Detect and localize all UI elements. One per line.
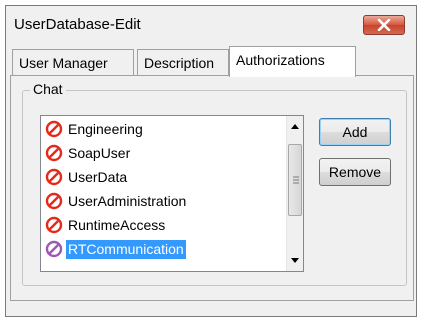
prohibited-icon	[45, 240, 63, 258]
tab-label: Description	[144, 55, 215, 71]
prohibited-icon	[45, 144, 63, 162]
tab-label: Authorizations	[236, 52, 325, 68]
scroll-thumb[interactable]	[288, 144, 302, 216]
list-item[interactable]: UserData	[45, 167, 129, 187]
close-icon	[377, 19, 391, 31]
list-item-selected[interactable]: RTCommunication	[45, 239, 186, 259]
scroll-down-button[interactable]	[287, 252, 303, 269]
tab-description[interactable]: Description	[137, 49, 229, 75]
list-item-label: RuntimeAccess	[68, 216, 166, 233]
prohibited-icon	[45, 168, 63, 186]
list-item-label: Engineering	[68, 120, 143, 137]
close-button[interactable]	[363, 15, 405, 35]
groupbox-label: Chat	[30, 81, 66, 97]
tab-user-manager[interactable]: User Manager	[12, 49, 134, 75]
prohibited-icon	[45, 216, 63, 234]
list-item[interactable]: Engineering	[45, 119, 145, 139]
scroll-up-button[interactable]	[287, 118, 303, 135]
remove-button-label: Remove	[328, 164, 382, 180]
list-item[interactable]: SoapUser	[45, 143, 132, 163]
list-item-label: UserData	[68, 168, 128, 185]
chevron-down-icon	[291, 258, 299, 263]
list-item[interactable]: RuntimeAccess	[45, 215, 167, 235]
prohibited-icon	[45, 192, 63, 210]
chevron-up-icon	[291, 124, 299, 129]
list-item[interactable]: UserAdministration	[45, 191, 188, 211]
add-button-label: Add	[342, 124, 368, 140]
window-title: UserDatabase-Edit	[14, 16, 141, 33]
list-item-label: UserAdministration	[68, 192, 187, 209]
vertical-scrollbar[interactable]	[286, 116, 303, 271]
remove-button[interactable]: Remove	[319, 158, 391, 186]
list-item-label: RTCommunication	[66, 239, 186, 259]
prohibited-icon	[45, 120, 63, 138]
tab-authorizations[interactable]: Authorizations	[229, 46, 356, 77]
list-item-label: SoapUser	[68, 144, 131, 161]
authorization-listbox[interactable]: Engineering SoapUser UserData UserAdmini…	[40, 115, 304, 272]
tab-label: User Manager	[19, 55, 108, 71]
grip-icon	[293, 176, 299, 184]
add-button[interactable]: Add	[319, 118, 391, 146]
